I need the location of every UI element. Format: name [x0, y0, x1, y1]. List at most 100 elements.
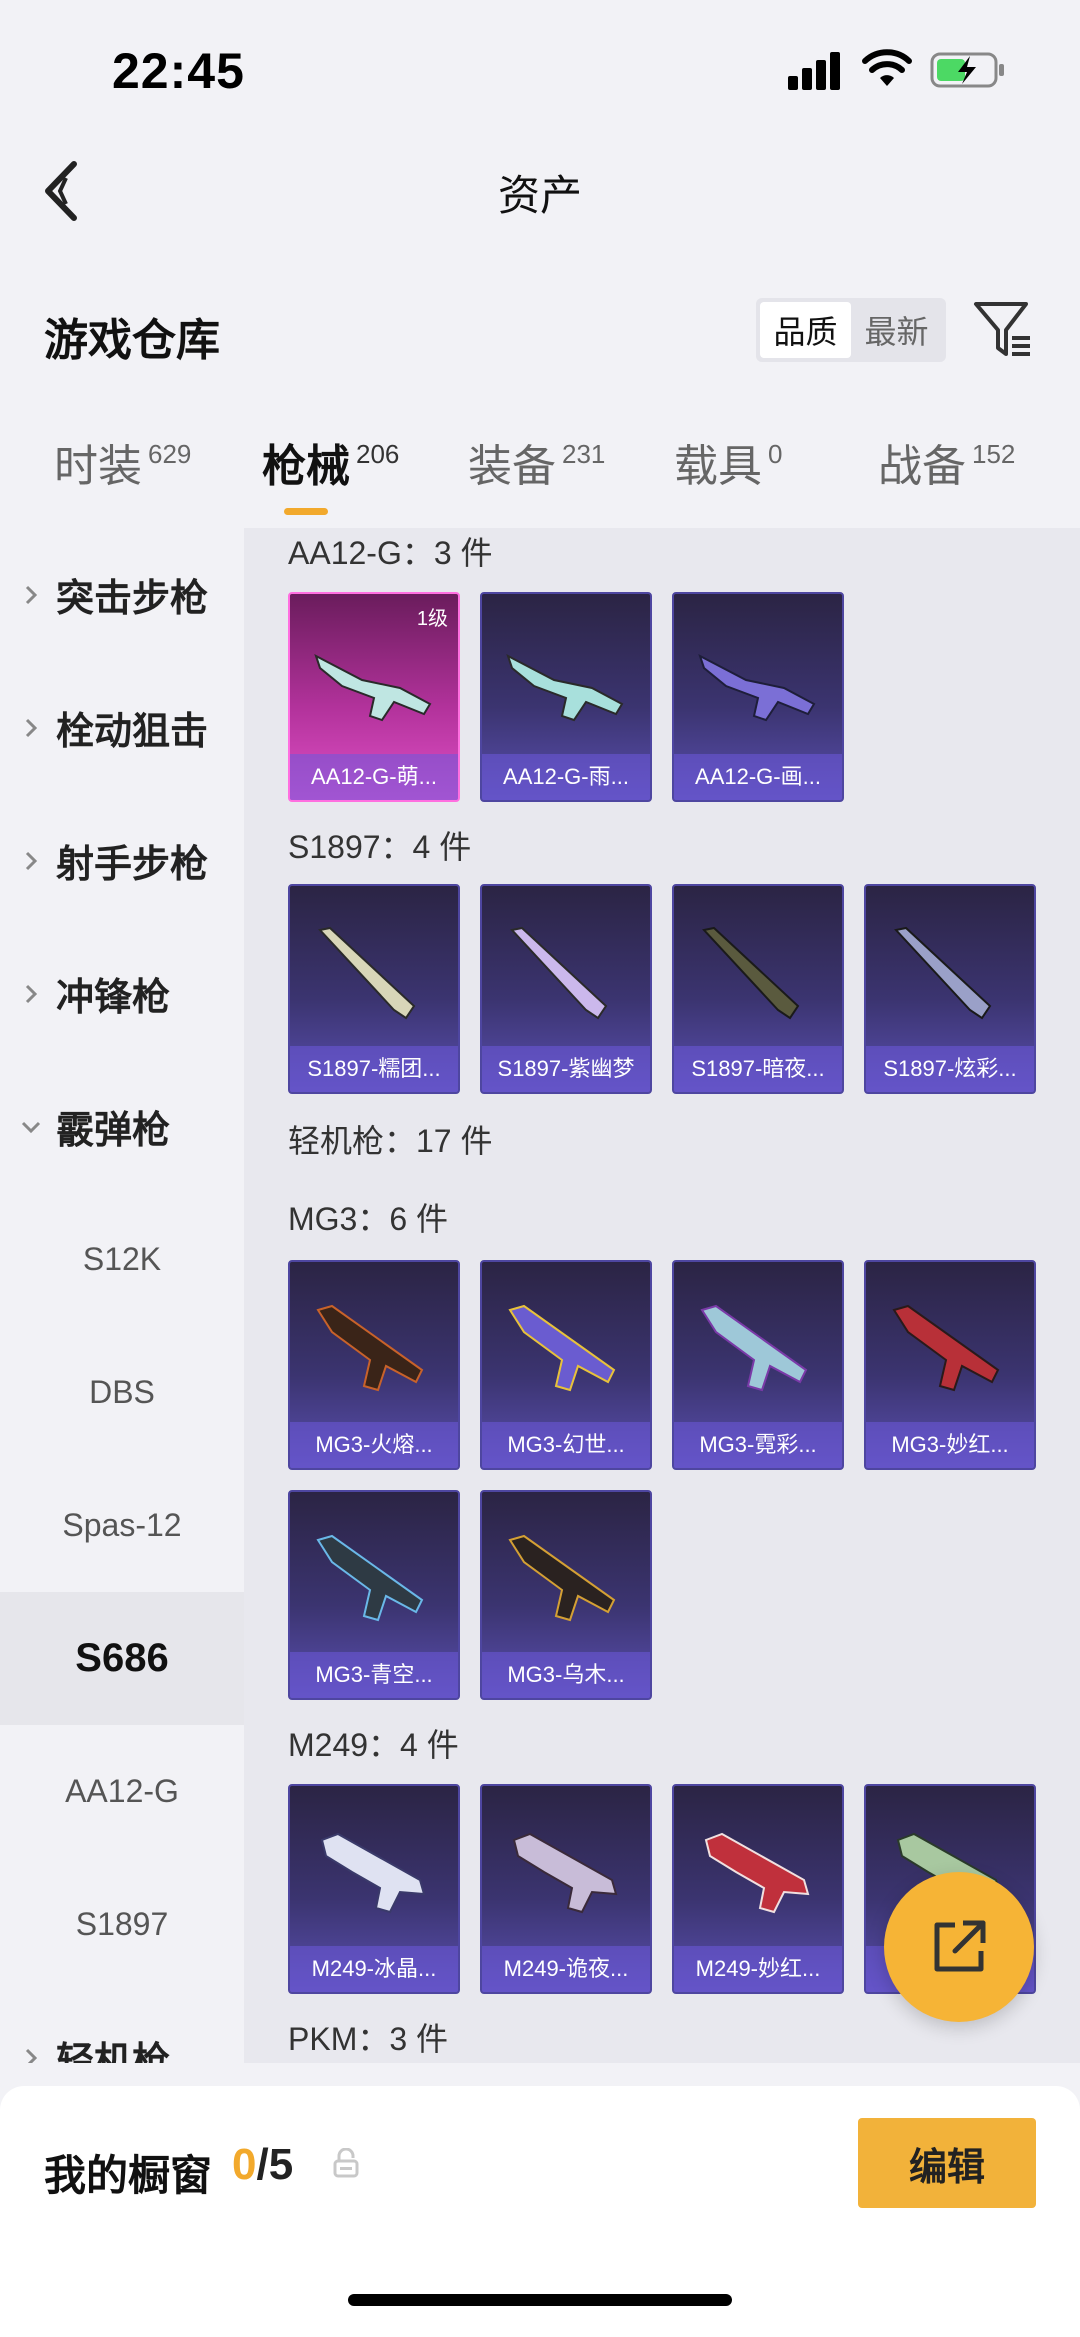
weapon-name: M249-妙红...: [674, 1946, 842, 1992]
weapon-name: MG3-乌木...: [482, 1652, 650, 1698]
sort-quality-button[interactable]: 品质: [760, 302, 851, 358]
gun-icon: [508, 1534, 616, 1622]
group-label-aa12g: AA12-G：3 件: [288, 535, 493, 571]
share-icon: [934, 1920, 986, 1972]
sidebar-item-marksman-rifle[interactable]: 射手步枪: [0, 794, 244, 927]
sidebar-item-label: 霰弹枪: [56, 1110, 171, 1152]
tab-label: 装备: [468, 442, 556, 491]
gun-icon: [698, 653, 816, 722]
weapon-name: S1897-紫幽梦: [482, 1046, 650, 1092]
weapon-card[interactable]: MG3-青空...: [288, 1490, 460, 1700]
group-label-mg3: MG3：6 件: [288, 1201, 449, 1237]
weapon-name: S1897-炫彩...: [866, 1046, 1034, 1092]
gun-icon: [512, 1832, 618, 1914]
tab-label: 战备: [878, 442, 966, 491]
share-button[interactable]: [884, 1872, 1034, 2022]
weapon-grid: AA12-G：3 件 1级 AA12-G-萌... AA12-G-雨... AA…: [244, 528, 1080, 2063]
tab-supplies[interactable]: 战备 152: [878, 430, 1015, 494]
weapon-name: AA12-G-雨...: [482, 754, 650, 800]
weapon-card[interactable]: AA12-G-雨...: [480, 592, 652, 802]
weapon-name: M249-冰晶...: [290, 1946, 458, 1992]
status-time: 22:45: [112, 43, 245, 99]
gun-icon: [318, 926, 416, 1020]
chevron-right-icon: [25, 585, 38, 604]
wifi-icon: [862, 49, 912, 86]
sidebar-sub-dbs[interactable]: DBS: [0, 1326, 244, 1459]
weapon-card[interactable]: S1897-糯团...: [288, 884, 460, 1094]
tab-label: 时装: [54, 442, 142, 491]
weapon-name: S1897-糯团...: [290, 1046, 458, 1092]
sidebar-item-shotgun[interactable]: 霰弹枪: [0, 1060, 244, 1193]
gun-icon: [320, 1832, 426, 1914]
gun-icon: [506, 653, 624, 722]
gun-icon: [700, 1304, 808, 1392]
tab-count: 0: [768, 439, 783, 469]
cellular-signal-icon: [788, 50, 844, 90]
chevron-down-icon: [21, 1121, 41, 1133]
tab-count: 206: [356, 439, 400, 469]
sidebar-item-bolt-sniper[interactable]: 栓动狙击: [0, 661, 244, 794]
weapon-card[interactable]: S1897-炫彩...: [864, 884, 1036, 1094]
sidebar-sub-s686[interactable]: S686: [0, 1592, 244, 1725]
weapon-card[interactable]: 1级 AA12-G-萌...: [288, 592, 460, 802]
sidebar-sub-s12k[interactable]: S12K: [0, 1193, 244, 1326]
weapon-name: M249-诡夜...: [482, 1946, 650, 1992]
sidebar-sub-s1897[interactable]: S1897: [0, 1858, 244, 1991]
weapon-card[interactable]: MG3-妙红...: [864, 1260, 1036, 1470]
weapon-card[interactable]: M249-冰晶...: [288, 1784, 460, 1994]
weapon-name: MG3-火熔...: [290, 1422, 458, 1468]
sidebar-sub-spas12[interactable]: Spas-12: [0, 1459, 244, 1592]
sidebar-item-label: 栓动狙击: [56, 711, 209, 753]
category-tabs: 时装 629 枪械 206 装备 231 载具 0 战备 152: [0, 430, 1080, 520]
tab-guns[interactable]: 枪械 206: [262, 430, 399, 494]
section-title: 游戏仓库: [44, 316, 220, 365]
tab-vehicles[interactable]: 载具 0: [674, 430, 782, 494]
tab-count: 152: [972, 439, 1016, 469]
weapon-name: AA12-G-萌...: [290, 754, 458, 800]
tab-count: 629: [148, 439, 192, 469]
group-label-lmg: 轻机枪：17 件: [288, 1123, 493, 1159]
weapon-name: MG3-霓彩...: [674, 1422, 842, 1468]
weapon-card[interactable]: S1897-紫幽梦: [480, 884, 652, 1094]
edit-button[interactable]: 编辑: [858, 2118, 1036, 2208]
sidebar-item-lmg[interactable]: 轻机枪: [0, 1991, 244, 2063]
sidebar-sub-aa12g[interactable]: AA12-G: [0, 1725, 244, 1858]
gun-icon: [894, 926, 992, 1020]
tab-equipment[interactable]: 装备 231: [468, 430, 605, 494]
lock-icon: [333, 2148, 359, 2178]
weapon-card[interactable]: M249-妙红...: [672, 1784, 844, 1994]
group-label-m249: M249：4 件: [288, 1727, 459, 1763]
nav-header: 资产: [0, 150, 1080, 230]
home-indicator: [348, 2294, 732, 2306]
gun-icon: [316, 1304, 424, 1392]
showcase-total: /5: [256, 2140, 294, 2189]
weapon-card[interactable]: MG3-乌木...: [480, 1490, 652, 1700]
sidebar-item-assault-rifle[interactable]: 突击步枪: [0, 528, 244, 661]
weapon-card[interactable]: S1897-暗夜...: [672, 884, 844, 1094]
weapon-card[interactable]: M249-诡夜...: [480, 1784, 652, 1994]
tab-count: 231: [562, 439, 606, 469]
weapon-card[interactable]: AA12-G-画...: [672, 592, 844, 802]
weapon-card[interactable]: MG3-火熔...: [288, 1260, 460, 1470]
section-header: 游戏仓库 品质 最新: [0, 290, 1080, 370]
group-label-s1897: S1897：4 件: [288, 829, 472, 865]
weapon-card[interactable]: MG3-霓彩...: [672, 1260, 844, 1470]
page-title: 资产: [497, 172, 582, 219]
active-tab-indicator: [284, 508, 328, 515]
sidebar-item-smg[interactable]: 冲锋枪: [0, 927, 244, 1060]
sort-latest-button[interactable]: 最新: [851, 302, 942, 358]
gun-icon: [316, 1534, 424, 1622]
chevron-right-icon: [25, 2048, 38, 2063]
level-badge: 1级: [416, 608, 448, 630]
gun-icon: [702, 926, 800, 1020]
tab-label: 枪械: [262, 442, 350, 491]
chevron-right-icon: [25, 984, 38, 1003]
tab-fashion[interactable]: 时装 629: [54, 430, 191, 494]
filter-icon[interactable]: [972, 296, 1034, 362]
chevron-right-icon: [25, 718, 38, 737]
weapon-name: AA12-G-画...: [674, 754, 842, 800]
weapon-card[interactable]: MG3-幻世...: [480, 1260, 652, 1470]
sort-toggle: 品质 最新: [756, 298, 946, 362]
showcase-current: 0: [232, 2140, 257, 2189]
weapon-name: S1897-暗夜...: [674, 1046, 842, 1092]
